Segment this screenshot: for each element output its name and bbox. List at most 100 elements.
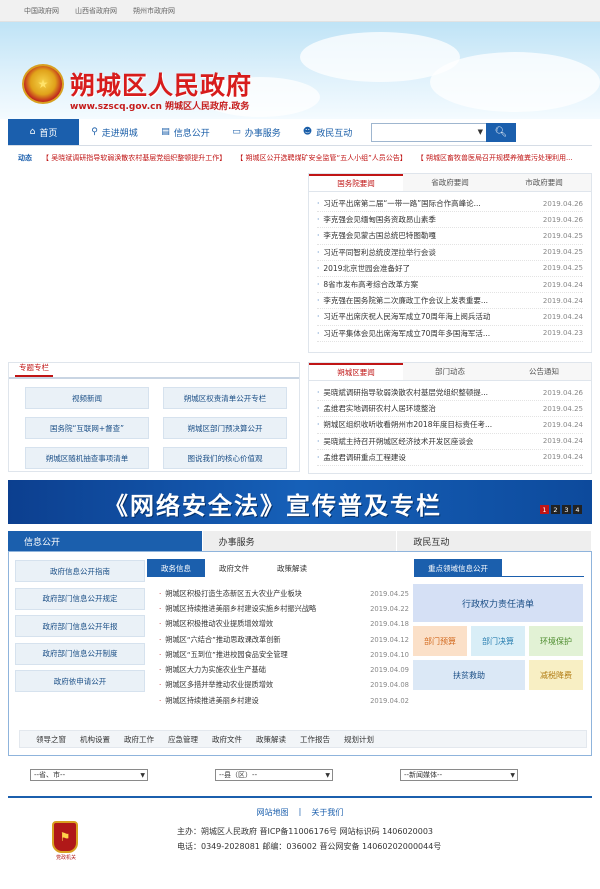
info-link[interactable]: 政府部门信息公开年报 bbox=[15, 615, 145, 637]
location-icon: ⚲ bbox=[91, 127, 98, 137]
national-news-panel: 国务院要闻 省政府要闻 市政府要闻 习近平出席第二届“一带一路”国际合作高峰论.… bbox=[308, 173, 592, 353]
tab-services[interactable]: 办事服务 bbox=[202, 531, 397, 551]
special-link[interactable]: 朔城区权责清单公开专栏 bbox=[163, 387, 287, 409]
tile-budget[interactable]: 部门预算 bbox=[413, 626, 467, 656]
special-link[interactable]: 视频新闻 bbox=[25, 387, 149, 409]
subnav-link[interactable]: 政策解读 bbox=[256, 734, 286, 745]
subnav-link[interactable]: 政府文件 bbox=[212, 734, 242, 745]
banner-page[interactable]: 4 bbox=[573, 505, 582, 514]
chevron-down-icon: ▼ bbox=[510, 771, 515, 779]
subnav-link[interactable]: 工作报告 bbox=[300, 734, 330, 745]
tab-province[interactable]: 省政府要闻 bbox=[403, 174, 497, 191]
news-item[interactable]: 吴晓斌调研指导软弱涣散农村基层党组织整顿提...2019.04.26 bbox=[317, 385, 583, 402]
news-item[interactable]: 2019北京世园会准备好了2019.04.25 bbox=[317, 261, 583, 277]
special-grid: 视频新闻 朔城区权责清单公开专栏 国务院“互联网+督查” 朔城区部门预决算公开 … bbox=[9, 379, 299, 469]
tab-state-council[interactable]: 国务院要闻 bbox=[309, 174, 403, 191]
subnav-link[interactable]: 领导之窗 bbox=[36, 734, 66, 745]
sitemap-link[interactable]: 网站地图 bbox=[257, 807, 289, 818]
info-link[interactable]: 政府部门信息公开规定 bbox=[15, 587, 145, 610]
list-item[interactable]: 朔城区“五到位”推进校园食品安全管理2019.04.10 bbox=[159, 647, 409, 662]
list-item[interactable]: 朔城区持续推进美丽乡村建设2019.04.02 bbox=[159, 693, 409, 708]
nav-about[interactable]: ⚲ 走进朔城 bbox=[79, 119, 150, 145]
news-item[interactable]: 习近平出席庆祝人民海军成立70周年海上阅兵活动2019.04.24 bbox=[317, 309, 583, 326]
cybersecurity-banner[interactable]: 《网络安全法》宣传普及专栏 1 2 3 4 bbox=[8, 480, 592, 524]
tab-department[interactable]: 部门动态 bbox=[403, 363, 497, 380]
badge-caption: 党政机关 bbox=[55, 855, 76, 861]
tile-environment[interactable]: 环境保护 bbox=[529, 626, 583, 656]
banner-page[interactable]: 3 bbox=[562, 505, 571, 514]
ticker-item[interactable]: 【 朔城区公开选聘煤矿安全监管“五人小组”人员公告】 bbox=[236, 153, 406, 163]
national-emblem-icon: ★ bbox=[22, 64, 64, 104]
news-item[interactable]: 孟维君实地调研农村人居环境整治2019.04.25 bbox=[317, 401, 583, 418]
monitor-icon: ▭ bbox=[232, 127, 241, 137]
info-link[interactable]: 政府依申请公开 bbox=[15, 670, 145, 692]
list-item[interactable]: 朔城区大力为实施农业生产基础2019.04.09 bbox=[159, 662, 409, 677]
search-button[interactable]: 🔍︎ bbox=[486, 123, 516, 142]
chevron-down-icon: ▼ bbox=[140, 771, 145, 779]
tab-policy[interactable]: 政策解读 bbox=[263, 559, 321, 577]
subnav-link[interactable]: 规划计划 bbox=[344, 734, 374, 745]
link-shanxi[interactable]: 山西省政府网 bbox=[75, 6, 117, 16]
cloud-decoration bbox=[430, 52, 600, 112]
news-item[interactable]: 吴晓斌主持召开朔城区经济技术开发区座谈会2019.04.24 bbox=[317, 434, 583, 450]
party-gov-badge-icon[interactable]: ⚑ bbox=[52, 821, 78, 853]
tab-district-news[interactable]: 朔城区要闻 bbox=[309, 363, 403, 380]
tab-gov-info[interactable]: 政务信息 bbox=[147, 559, 205, 577]
news-item[interactable]: 习近平集体会见出席海军成立70周年多国海军活...2019.04.23 bbox=[317, 326, 583, 342]
subnav-link[interactable]: 政府工作 bbox=[124, 734, 154, 745]
tile-poverty-relief[interactable]: 扶贫救助 bbox=[413, 660, 525, 690]
special-link[interactable]: 图说我们的核心价值观 bbox=[163, 447, 287, 469]
nav-info-open[interactable]: ▤ 信息公开 bbox=[150, 119, 221, 145]
news-item[interactable]: 习近平出席第二届“一带一路”国际合作高峰论...2019.04.26 bbox=[317, 196, 583, 213]
news-item[interactable]: 李克强会见缅甸国务资政昂山素季2019.04.26 bbox=[317, 212, 583, 229]
tab-notices[interactable]: 公告通知 bbox=[497, 363, 591, 380]
tab-interaction[interactable]: 政民互动 bbox=[397, 531, 592, 551]
news-tabs: 国务院要闻 省政府要闻 市政府要闻 bbox=[309, 174, 591, 192]
banner-page[interactable]: 1 bbox=[540, 505, 549, 514]
info-link[interactable]: 政府信息公开指南 bbox=[15, 560, 145, 582]
list-item[interactable]: 朔城区持续推进美丽乡村建设实施乡村振兴战略2019.04.22 bbox=[159, 601, 409, 616]
people-icon: ☻ bbox=[302, 127, 313, 137]
ticker-item[interactable]: 【 吴晓斌调研指导软弱涣散农村基层党组织整顿提升工作】 bbox=[42, 153, 226, 163]
info-link[interactable]: 政府部门信息公开制度 bbox=[15, 642, 145, 665]
tab-city[interactable]: 市政府要闻 bbox=[497, 174, 591, 191]
nav-home[interactable]: ⌂ 首页 bbox=[8, 119, 79, 145]
search-icon: 🔍︎ bbox=[494, 127, 508, 138]
news-item[interactable]: 孟维君调研重点工程建设2019.04.24 bbox=[317, 450, 583, 466]
nav-services[interactable]: ▭ 办事服务 bbox=[221, 119, 292, 145]
ticker-label: 动态 bbox=[18, 154, 32, 162]
media-select[interactable]: --新闻媒体-- ▼ bbox=[400, 769, 518, 781]
news-item[interactable]: 习近平同智利总统皮涅拉举行会谈2019.04.25 bbox=[317, 245, 583, 261]
county-select[interactable]: --县（区）-- ▼ bbox=[215, 769, 333, 781]
subnav-link[interactable]: 机构设置 bbox=[80, 734, 110, 745]
nav-interaction[interactable]: ☻ 政民互动 bbox=[292, 119, 363, 145]
subnav-link[interactable]: 应急管理 bbox=[168, 734, 198, 745]
tile-final-accounts[interactable]: 部门决算 bbox=[471, 626, 525, 656]
ticker-item[interactable]: 【 朔城区畜牧兽医局召开规模养殖粪污处理利用... bbox=[417, 153, 573, 163]
news-item[interactable]: 朔城区组织收听收看朔州市2018年度目标责任考...2019.04.24 bbox=[317, 417, 583, 434]
link-shuozhou[interactable]: 朔州市政府网 bbox=[133, 6, 175, 16]
news-item[interactable]: 李克强会见蒙古国总统巴特图勒嘎2019.04.25 bbox=[317, 228, 583, 245]
special-link[interactable]: 国务院“互联网+督查” bbox=[25, 417, 149, 439]
about-link[interactable]: 关于我们 bbox=[311, 807, 343, 818]
bottom-tabs: 信息公开 办事服务 政民互动 bbox=[8, 531, 592, 551]
list-item[interactable]: 朔城区多措并举推动农业提质增效2019.04.08 bbox=[159, 678, 409, 693]
list-item[interactable]: 朔城区积极推动农业提质增效增效2019.04.18 bbox=[159, 617, 409, 632]
tab-info-open[interactable]: 信息公开 bbox=[8, 531, 202, 551]
list-item[interactable]: 朔城区积极打造生态新区五大农业产业板块2019.04.25 bbox=[159, 586, 409, 601]
footer-info: 主办：朔城区人民政府 晋ICP备11006176号 网站标识码 14060200… bbox=[177, 824, 441, 854]
tab-gov-docs[interactable]: 政府文件 bbox=[205, 559, 263, 577]
tile-tax-cut[interactable]: 减税降费 bbox=[529, 660, 583, 690]
search-input[interactable]: ▼ bbox=[371, 123, 486, 142]
search-box: ▼ 🔍︎ bbox=[371, 123, 516, 142]
list-item[interactable]: 朔城区“六结合”推动思政课改革创新2019.04.12 bbox=[159, 632, 409, 647]
banner-page[interactable]: 2 bbox=[551, 505, 560, 514]
news-ticker: 动态 【 吴晓斌调研指导软弱涣散农村基层党组织整顿提升工作】 【 朔城区公开选聘… bbox=[18, 153, 588, 163]
special-link[interactable]: 朔城区部门预决算公开 bbox=[163, 417, 287, 439]
province-select[interactable]: --省、市-- ▼ bbox=[30, 769, 148, 781]
link-gov-cn[interactable]: 中国政府网 bbox=[24, 6, 59, 16]
news-item[interactable]: 李克强在国务院第二次廉政工作会议上发表重要...2019.04.24 bbox=[317, 293, 583, 310]
tile-power-list[interactable]: 行政权力责任清单 bbox=[413, 584, 583, 622]
special-link[interactable]: 朔城区随机抽查事项清单 bbox=[25, 447, 149, 469]
news-item[interactable]: 8省市发布高考综合改革方案2019.04.24 bbox=[317, 277, 583, 294]
